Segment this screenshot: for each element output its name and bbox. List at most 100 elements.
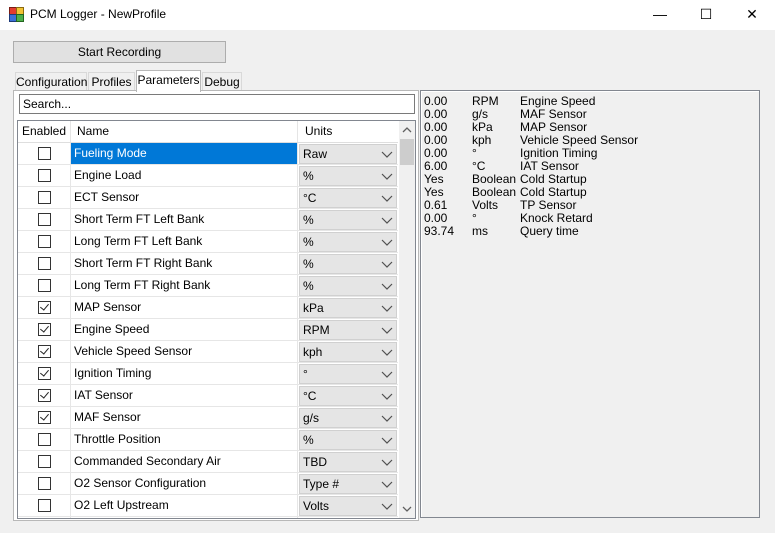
units-dropdown[interactable]: kph xyxy=(299,342,397,362)
tab-debug[interactable]: Debug xyxy=(202,72,242,91)
enabled-cell[interactable] xyxy=(18,473,71,494)
units-dropdown[interactable]: kPa xyxy=(299,298,397,318)
enabled-checkbox[interactable] xyxy=(38,279,51,292)
parameter-name: Fueling Mode xyxy=(71,143,298,164)
enabled-cell[interactable] xyxy=(18,165,71,186)
parameter-name: Long Term FT Right Bank xyxy=(71,275,298,296)
table-row[interactable]: Throttle Position% xyxy=(18,429,398,451)
units-dropdown[interactable]: Type # xyxy=(299,474,397,494)
table-row[interactable]: Ignition Timing ° xyxy=(18,363,398,385)
units-dropdown[interactable]: % xyxy=(299,254,397,274)
table-row[interactable]: O2 Left Upstream Volts xyxy=(18,495,398,517)
column-header-name[interactable]: Name xyxy=(71,121,298,142)
enabled-cell[interactable] xyxy=(18,275,71,296)
table-row[interactable]: Commanded Secondary Air TBD xyxy=(18,451,398,473)
enabled-cell[interactable] xyxy=(18,209,71,230)
enabled-checkbox[interactable] xyxy=(38,411,51,424)
tab-profiles[interactable]: Profiles xyxy=(88,72,135,91)
search-input[interactable] xyxy=(19,94,415,114)
enabled-cell[interactable] xyxy=(18,429,71,450)
table-row[interactable]: MAP Sensor kPa xyxy=(18,297,398,319)
enabled-cell[interactable] xyxy=(18,341,71,362)
units-dropdown[interactable]: Volts xyxy=(299,496,397,516)
units-value: Raw xyxy=(303,147,328,161)
table-row[interactable]: Engine Speed RPM xyxy=(18,319,398,341)
table-row[interactable]: Fueling Mode Raw xyxy=(18,143,398,165)
enabled-checkbox[interactable] xyxy=(38,323,51,336)
enabled-checkbox[interactable] xyxy=(38,499,51,512)
grid-rows: Fueling Mode Raw Engine Load% ECT Sensor °C S… xyxy=(18,143,398,519)
start-recording-button[interactable]: Start Recording xyxy=(13,41,226,63)
enabled-cell[interactable] xyxy=(18,319,71,340)
table-row[interactable]: Long Term FT Left Bank% xyxy=(18,231,398,253)
units-dropdown[interactable]: % xyxy=(299,430,397,450)
units-dropdown[interactable]: Raw xyxy=(299,144,397,164)
table-row[interactable]: MAF Sensor g/s xyxy=(18,407,398,429)
enabled-checkbox[interactable] xyxy=(38,147,51,160)
enabled-checkbox[interactable] xyxy=(38,455,51,468)
close-button[interactable]: ✕ xyxy=(729,0,775,30)
chevron-up-icon xyxy=(402,127,412,133)
chevron-down-icon xyxy=(381,393,393,400)
tab-configuration[interactable]: Configuration xyxy=(15,72,87,91)
maximize-button[interactable]: ☐ xyxy=(683,0,729,30)
enabled-cell[interactable] xyxy=(18,451,71,472)
enabled-checkbox[interactable] xyxy=(38,257,51,270)
table-row[interactable]: O2 Sensor Configuration Type # xyxy=(18,473,398,495)
table-row[interactable]: Vehicle Speed Sensor kph xyxy=(18,341,398,363)
enabled-cell[interactable] xyxy=(18,517,71,518)
chevron-down-icon xyxy=(381,151,393,158)
enabled-checkbox[interactable] xyxy=(38,433,51,446)
tab-parameters[interactable]: Parameters xyxy=(136,70,201,92)
scroll-down-button[interactable] xyxy=(399,501,415,518)
parameter-name: Ignition Timing xyxy=(71,363,298,384)
output-value: 93.74 xyxy=(424,224,455,238)
units-dropdown[interactable]: °C xyxy=(299,386,397,406)
enabled-cell[interactable] xyxy=(18,253,71,274)
minimize-button[interactable]: — xyxy=(637,0,683,30)
table-row[interactable] xyxy=(18,517,398,519)
enabled-checkbox[interactable] xyxy=(38,169,51,182)
maximize-icon: ☐ xyxy=(699,6,713,22)
enabled-checkbox[interactable] xyxy=(38,191,51,204)
enabled-cell[interactable] xyxy=(18,143,71,164)
enabled-cell[interactable] xyxy=(18,495,71,516)
enabled-checkbox[interactable] xyxy=(38,213,51,226)
table-row[interactable]: ECT Sensor °C xyxy=(18,187,398,209)
column-header-enabled[interactable]: Enabled xyxy=(18,121,71,142)
enabled-cell[interactable] xyxy=(18,363,71,384)
table-row[interactable]: IAT Sensor °C xyxy=(18,385,398,407)
table-row[interactable]: Long Term FT Right Bank% xyxy=(18,275,398,297)
units-value: Volts xyxy=(303,499,330,513)
units-dropdown[interactable]: % xyxy=(299,232,397,252)
units-dropdown[interactable] xyxy=(299,518,397,519)
grid-scrollbar[interactable] xyxy=(399,121,415,518)
table-row[interactable]: Engine Load% xyxy=(18,165,398,187)
units-dropdown[interactable]: % xyxy=(299,166,397,186)
enabled-checkbox[interactable] xyxy=(38,235,51,248)
enabled-cell[interactable] xyxy=(18,407,71,428)
enabled-cell[interactable] xyxy=(18,385,71,406)
enabled-cell[interactable] xyxy=(18,231,71,252)
units-dropdown[interactable]: ° xyxy=(299,364,397,384)
enabled-checkbox[interactable] xyxy=(38,345,51,358)
parameter-name: Engine Speed xyxy=(71,319,298,340)
column-header-units[interactable]: Units xyxy=(299,121,398,142)
units-dropdown[interactable]: % xyxy=(299,210,397,230)
enabled-checkbox[interactable] xyxy=(38,301,51,314)
scroll-thumb[interactable] xyxy=(400,139,414,165)
units-dropdown[interactable]: TBD xyxy=(299,452,397,472)
table-row[interactable]: Short Term FT Right Bank% xyxy=(18,253,398,275)
table-row[interactable]: Short Term FT Left Bank% xyxy=(18,209,398,231)
enabled-cell[interactable] xyxy=(18,187,71,208)
units-dropdown[interactable]: °C xyxy=(299,188,397,208)
enabled-checkbox[interactable] xyxy=(38,367,51,380)
enabled-checkbox[interactable] xyxy=(38,477,51,490)
units-dropdown[interactable]: g/s xyxy=(299,408,397,428)
units-dropdown[interactable]: % xyxy=(299,276,397,296)
enabled-cell[interactable] xyxy=(18,297,71,318)
chevron-down-icon xyxy=(381,173,393,180)
enabled-checkbox[interactable] xyxy=(38,389,51,402)
units-dropdown[interactable]: RPM xyxy=(299,320,397,340)
scroll-up-button[interactable] xyxy=(399,121,415,138)
